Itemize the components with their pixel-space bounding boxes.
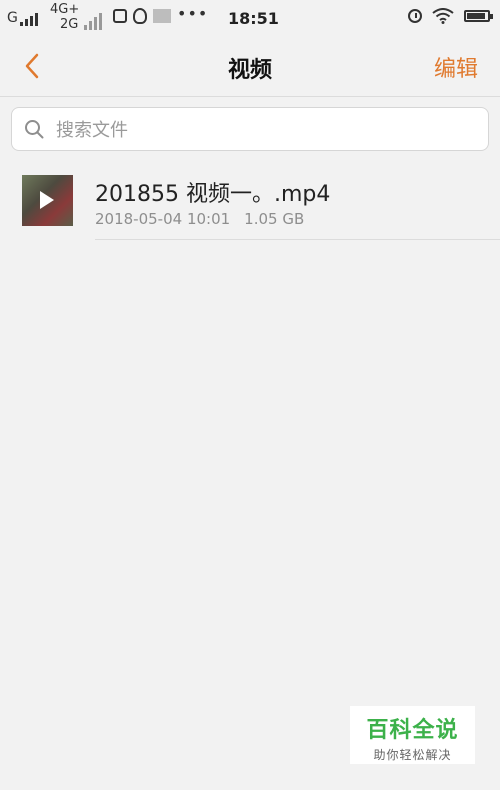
divider xyxy=(95,239,500,240)
video-thumbnail xyxy=(22,175,73,226)
network-type: 4G+ 2G xyxy=(50,2,79,32)
search-icon xyxy=(25,120,44,139)
wifi-icon xyxy=(432,8,454,24)
carrier-label: G xyxy=(7,10,18,26)
status-icons-right xyxy=(408,8,493,24)
network-top-label: 4G+ xyxy=(50,2,80,17)
app-notification-icon xyxy=(113,9,127,23)
page-title: 视频 xyxy=(227,58,272,83)
search-box[interactable] xyxy=(11,107,489,152)
watermark-title: 百科全说 xyxy=(366,718,459,743)
title-bar: 视频 编辑 xyxy=(0,36,500,97)
notification-icons: ••• xyxy=(113,4,208,24)
alarm-icon xyxy=(408,9,422,23)
watermark-subtitle: 助你轻松解决 xyxy=(373,748,452,762)
file-list: 201855 视频一。.mp4 2018-05-04 10:01 1.05 GB xyxy=(0,160,500,790)
clock: 18:51 xyxy=(228,9,279,28)
qq-icon xyxy=(133,8,147,24)
file-size: 1.05 GB xyxy=(244,210,305,228)
network-bottom-label: 2G xyxy=(60,17,79,32)
more-notifications-icon: ••• xyxy=(177,3,209,23)
search-input[interactable] xyxy=(54,108,478,152)
signal-icon xyxy=(20,13,38,26)
list-item[interactable]: 201855 视频一。.mp4 2018-05-04 10:01 1.05 GB xyxy=(0,160,500,240)
file-meta: 2018-05-04 10:01 1.05 GB xyxy=(95,210,304,228)
play-icon xyxy=(40,191,54,209)
signal-icon-2 xyxy=(84,13,102,30)
watermark-logo: 百科全说 助你轻松解决 xyxy=(350,706,475,764)
battery-icon xyxy=(464,10,493,22)
blurred-notification-icon xyxy=(153,9,171,23)
status-bar: G 4G+ 2G ••• 18:51 xyxy=(0,0,500,36)
edit-button[interactable]: 编辑 xyxy=(434,51,478,83)
file-name: 201855 视频一。.mp4 xyxy=(95,182,331,207)
file-date: 2018-05-04 10:01 xyxy=(95,210,231,228)
